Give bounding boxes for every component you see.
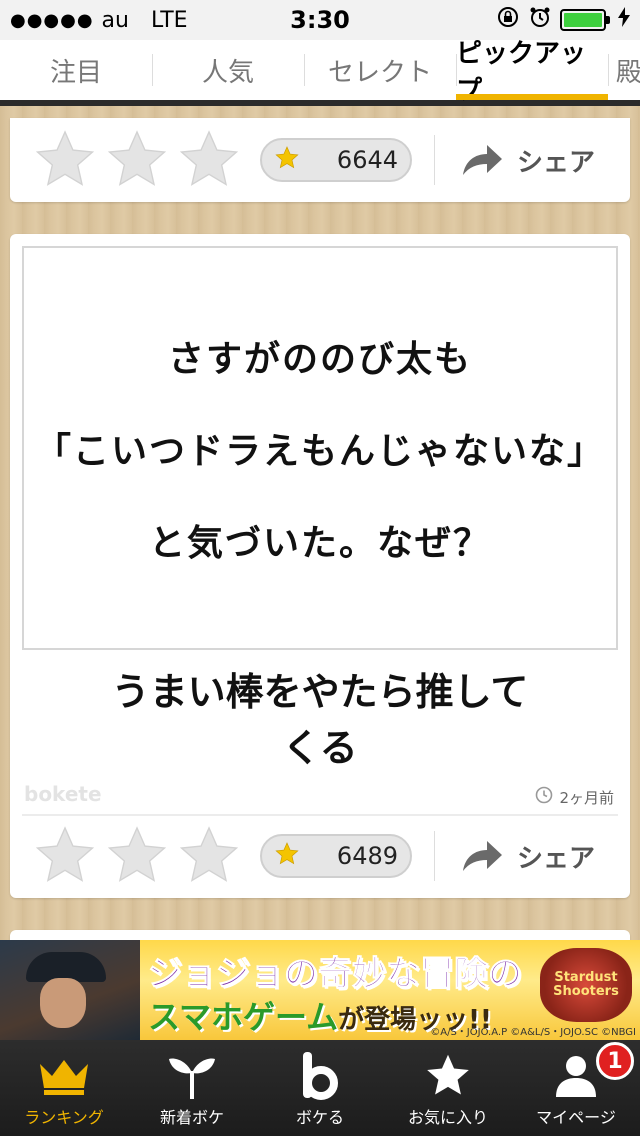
tab-popular[interactable]: 人気: [152, 40, 304, 100]
odai-line: 「こいつドラえもんじゃないな」: [34, 431, 605, 472]
nav-label: ランキング: [24, 1108, 104, 1127]
battery-icon: [560, 9, 610, 31]
rotation-lock-icon: [496, 5, 520, 35]
vote-count: 6644: [336, 146, 398, 174]
post-card-previous: 6644 シェア: [10, 118, 630, 202]
ad-character-image: [0, 940, 140, 1040]
share-button[interactable]: シェア: [435, 142, 595, 179]
post-meta: bokete 2ヶ月前: [10, 778, 630, 814]
rate-star-icon[interactable]: [176, 823, 242, 889]
nav-label: ボケる: [295, 1108, 344, 1127]
gold-star-icon: [274, 145, 300, 175]
rate-star-icon[interactable]: [104, 823, 170, 889]
nav-label: マイページ: [536, 1108, 616, 1127]
tab-hall-of-fame[interactable]: 殿: [608, 40, 640, 100]
vote-count-badge: 6489: [260, 834, 412, 878]
share-arrow-icon: [461, 143, 503, 177]
odai-line: と気づいた。なぜ？: [148, 523, 491, 564]
share-arrow-icon: [461, 839, 503, 873]
sprout-icon: [167, 1048, 217, 1104]
user-icon: [553, 1048, 599, 1104]
time-ago-text: 2ヶ月前: [559, 788, 614, 807]
boke-answer: うまい棒をやたら推して くる: [30, 664, 610, 776]
nav-label: お気に入り: [407, 1108, 488, 1127]
bottom-navigation: ランキング 新着ボケ ボケる お気に入り マイページ 1: [0, 1040, 640, 1136]
rating-stars: [10, 127, 260, 193]
vote-count: 6489: [336, 842, 398, 870]
ad-copyright: ©A/S・JOJO.A.P ©A&L/S・JOJO.SC ©NBGI: [430, 1027, 636, 1038]
ad-game-logo: Stardust Shooters: [540, 948, 632, 1022]
bokete-b-icon: [301, 1048, 339, 1104]
nav-ranking[interactable]: ランキング: [0, 1040, 128, 1136]
tab-attention[interactable]: 注目: [0, 40, 152, 100]
clock-icon: [535, 786, 553, 808]
charging-icon: [618, 7, 630, 33]
post-card: さすがののび太も 「こいつドラえもんじゃないな」 と気づいた。なぜ？ うまい棒を…: [10, 234, 630, 898]
answer-line: うまい棒をやたら推して: [111, 670, 529, 714]
vote-count-badge: 6644: [260, 138, 412, 182]
ad-title: ジョジョの奇妙な冒険の: [148, 954, 523, 995]
tab-pickup[interactable]: ピックアップ: [456, 39, 608, 106]
rating-row: 6489 シェア: [10, 814, 630, 898]
share-button[interactable]: シェア: [435, 838, 595, 875]
nav-new-boke[interactable]: 新着ボケ: [128, 1040, 256, 1136]
category-tabs: 注目 人気 セレクト ピックアップ 殿: [0, 39, 640, 106]
odai-image[interactable]: さすがののび太も 「こいつドラえもんじゃないな」 と気づいた。なぜ？: [22, 246, 618, 650]
nav-favorites[interactable]: お気に入り: [384, 1040, 512, 1136]
ad-subtitle-main: スマホゲーム: [148, 998, 339, 1036]
rate-star-icon[interactable]: [32, 127, 98, 193]
nav-label: 新着ボケ: [159, 1108, 224, 1127]
alarm-icon: [528, 5, 552, 35]
rating-stars: [10, 823, 260, 889]
odai-line: さすがののび太も: [167, 339, 472, 380]
nav-post-boke[interactable]: ボケる: [256, 1040, 384, 1136]
notification-badge: 1: [596, 1042, 634, 1080]
share-label: シェア: [517, 843, 596, 874]
rate-star-icon[interactable]: [176, 127, 242, 193]
star-icon: [423, 1048, 473, 1104]
nav-mypage[interactable]: マイページ 1: [512, 1040, 640, 1136]
gold-star-icon: [274, 841, 300, 871]
share-label: シェア: [517, 147, 596, 178]
post-age: 2ヶ月前: [535, 786, 614, 808]
ad-banner[interactable]: ジョジョの奇妙な冒険の スマホゲームが登場ッッ!! Stardust Shoot…: [0, 940, 640, 1040]
tab-select[interactable]: セレクト: [304, 40, 456, 100]
rate-star-icon[interactable]: [32, 823, 98, 889]
rating-row: 6644 シェア: [10, 115, 630, 205]
bokete-watermark-logo: bokete: [24, 782, 102, 806]
answer-line: くる: [282, 726, 358, 770]
rate-star-icon[interactable]: [104, 127, 170, 193]
crown-icon: [37, 1048, 91, 1104]
